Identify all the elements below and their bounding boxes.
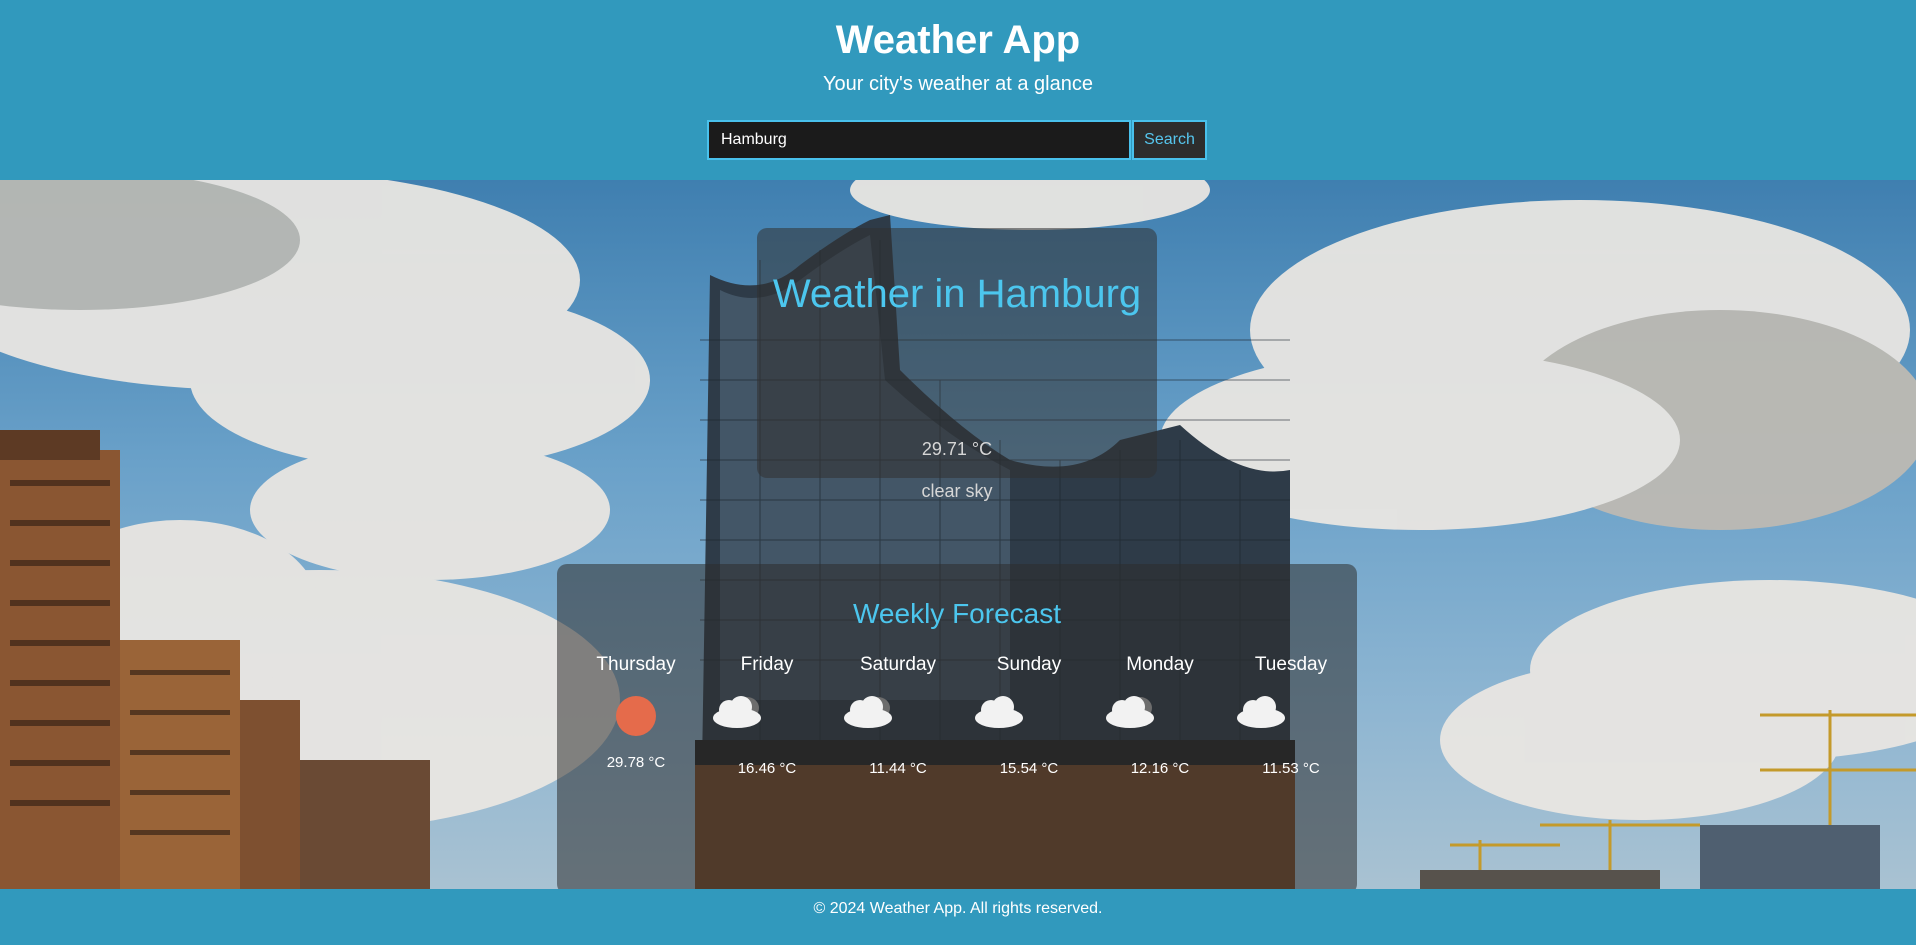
forecast-day: Monday 12.16 °C [1100,650,1220,777]
forecast-day-name: Friday [740,654,794,675]
forecast-day-temp: 11.44 °C [869,760,927,777]
current-description: clear sky [921,481,993,501]
cloud-icon [969,692,1089,742]
app-header: Weather App Your city's weather at a gla… [0,0,1916,180]
cloud-icon [1231,692,1351,742]
forecast-day-name: Thursday [596,654,676,675]
forecast-day-temp: 15.54 °C [999,760,1059,777]
forecast-day-name: Saturday [859,654,937,675]
forecast-day: Saturday 11.44 °C [838,650,958,777]
forecast-day-temp: 11.53 °C [1262,760,1320,777]
app-title: Weather App [835,18,1081,62]
cloud-icon [838,692,958,742]
forecast-day-temp: 12.16 °C [1130,760,1190,777]
forecast-day-name: Sunday [996,654,1062,675]
forecast-day: Friday 16.46 °C [707,650,827,777]
current-weather-card: Weather in Hamburg 29.71 °C clear sky [757,228,1157,501]
forecast-day-temp: 16.46 °C [737,760,797,777]
weekly-forecast-card: Weekly Forecast Thursday 29.78 °C Friday… [557,564,1357,889]
city-search-input[interactable] [707,120,1131,160]
footer-copyright: © 2024 Weather App. All rights reserved. [813,900,1103,917]
forecast-day-name: Tuesday [1254,654,1328,675]
forecast-day-name: Monday [1126,654,1194,675]
forecast-day: Thursday 29.78 °C [576,650,696,771]
app-footer: © 2024 Weather App. All rights reserved. [0,889,1916,945]
cloud-icon [707,692,827,742]
cloud-icon [1100,692,1220,742]
forecast-day: Sunday 15.54 °C [969,650,1089,777]
current-temperature: 29.71 °C [921,439,993,459]
current-weather-title: Weather in Hamburg [772,272,1142,316]
forecast-day-temp: 29.78 °C [606,754,666,771]
forecast-day: Tuesday 11.53 °C [1231,650,1351,777]
sun-icon [576,690,696,740]
search-form: Search [707,120,1207,160]
search-button[interactable]: Search [1132,120,1207,160]
app-subtitle: Your city's weather at a glance [823,73,1093,95]
city-background-image: Weather in Hamburg 29.71 °C clear sky We… [0,180,1916,889]
forecast-title: Weekly Forecast [853,598,1061,629]
